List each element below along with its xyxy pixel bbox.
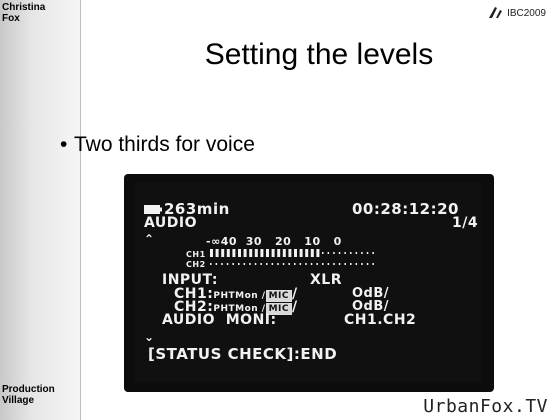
ch2-meter-label: CH2 [186, 260, 206, 269]
lcd-screen: 263min 00:28:12:20 AUDIO 1/4 ⌃ -∞40 30 2… [134, 182, 482, 382]
battery-icon [144, 205, 162, 214]
audio-mode: AUDIO [144, 215, 198, 231]
bullet-marker: • [60, 133, 68, 156]
scroll-down-icon: ⌄ [144, 330, 155, 344]
ch1-meter-label: CH1 [186, 250, 206, 259]
bullet-text: Two thirds for voice [74, 133, 255, 156]
audio-moni-value: CH1.CH2 [344, 312, 417, 328]
ch1-level-bar [210, 249, 374, 257]
event-logo-text: IBC2009 [507, 7, 546, 19]
event-logo: IBC2009 [488, 6, 546, 20]
scroll-up-icon: ⌃ [144, 232, 155, 246]
camera-lcd-photo: 263min 00:28:12:20 AUDIO 1/4 ⌃ -∞40 30 2… [124, 174, 494, 392]
urbanfox-logo: UrbanFox.TV [423, 396, 548, 417]
ch2-slash: / [292, 299, 298, 315]
timecode: 00:28:12:20 [352, 200, 459, 218]
presenter-name: Christina Fox [2, 2, 46, 24]
sidebar-strip [0, 0, 80, 420]
ibc-logo-icon [489, 7, 503, 18]
audio-moni-label: AUDIO MONI: [162, 312, 277, 328]
session-name: Production Village [2, 384, 55, 406]
audio-level-meter [210, 249, 374, 265]
input-value: XLR [310, 272, 342, 288]
status-check: [STATUS CHECK]:END [148, 345, 338, 363]
ch2-level-bar [210, 263, 374, 265]
sidebar-divider [80, 0, 81, 420]
bullet-item: • Two thirds for voice [60, 133, 255, 157]
slide-title: Setting the levels [204, 38, 434, 71]
page-indicator: 1/4 [452, 215, 479, 231]
